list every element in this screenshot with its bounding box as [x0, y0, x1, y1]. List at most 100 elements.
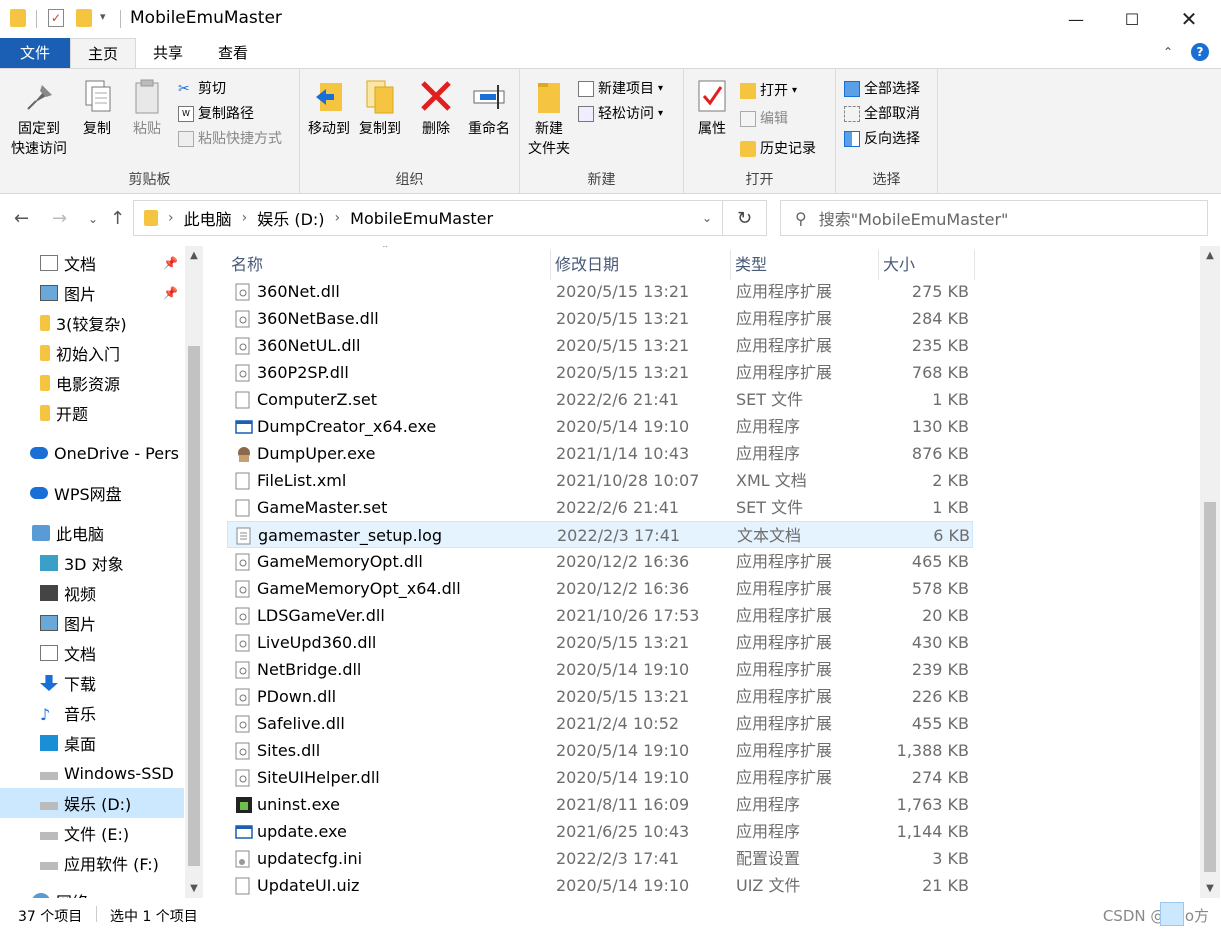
close-button[interactable]: ✕ [1160, 0, 1218, 38]
file-row[interactable]: 360NetUL.dll 2020/5/15 13:21 应用程序扩展 235 KB [227, 332, 973, 359]
file-row[interactable]: uninst.exe 2021/8/11 16:09 应用程序 1,763 KB [227, 791, 973, 818]
column-header-modified[interactable]: 修改日期 [551, 250, 731, 280]
edit-button[interactable]: 编辑 [740, 107, 788, 131]
column-header-name[interactable]: 名称 [227, 250, 551, 280]
nav-item[interactable]: 3(较复杂) [0, 308, 184, 338]
nav-item[interactable]: Windows-SSD [0, 758, 184, 788]
new-folder-quick-icon[interactable] [76, 9, 92, 27]
back-arrow-icon[interactable]: ← [14, 208, 29, 229]
rename-button[interactable]: 重命名 [462, 77, 516, 139]
breadcrumb-separator-icon[interactable]: › [242, 210, 248, 226]
nav-item[interactable]: 电影资源 [0, 368, 184, 398]
file-row[interactable]: LiveUpd360.dll 2020/5/15 13:21 应用程序扩展 430 K… [227, 629, 973, 656]
file-row[interactable]: UpdateUI.uiz 2020/5/14 19:10 UIZ 文件 21 KB [227, 872, 973, 898]
nav-scrollbar[interactable]: ▲ ▼ [185, 246, 203, 898]
nav-item[interactable]: 桌面 [0, 728, 184, 758]
nav-item[interactable]: 初始入门 [0, 338, 184, 368]
help-icon[interactable]: ? [1191, 43, 1209, 61]
nav-item[interactable]: 视频 [0, 578, 184, 608]
file-list-scrollbar[interactable]: ▲ ▼ [1200, 246, 1220, 898]
breadcrumb-separator-icon[interactable]: › [168, 210, 174, 226]
minimize-button[interactable]: — [1047, 0, 1105, 38]
file-row[interactable]: update.exe 2021/6/25 10:43 应用程序 1,144 KB [227, 818, 973, 845]
copy-path-button[interactable]: W 复制路径 [178, 102, 254, 126]
search-input[interactable]: ⚲ 搜索"MobileEmuMaster" [780, 200, 1208, 236]
column-header-size[interactable]: 大小 [879, 250, 975, 280]
address-bar[interactable]: › 此电脑 › 娱乐 (D:) › MobileEmuMaster ⌄ [133, 200, 723, 236]
nav-item[interactable]: 娱乐 (D:) [0, 788, 184, 818]
scroll-up-icon[interactable]: ▲ [185, 250, 203, 261]
nav-item[interactable]: 网络 [0, 886, 184, 898]
new-folder-button[interactable]: 新建 文件夹 [524, 77, 574, 159]
file-row[interactable]: PDown.dll 2020/5/15 13:21 应用程序扩展 226 KB [227, 683, 973, 710]
file-row[interactable]: GameMemoryOpt.dll 2020/12/2 16:36 应用程序扩展 46… [227, 548, 973, 575]
nav-item[interactable]: ♪ 音乐 [0, 698, 184, 728]
file-row[interactable]: Safelive.dll 2021/2/4 10:52 应用程序扩展 455 KB [227, 710, 973, 737]
tab-share[interactable]: 共享 [138, 38, 198, 68]
nav-item[interactable]: WPS网盘 [0, 478, 184, 508]
file-row[interactable]: LDSGameVer.dll 2021/10/26 17:53 应用程序扩展 20 K… [227, 602, 973, 629]
file-row[interactable]: SiteUIHelper.dll 2020/5/14 19:10 应用程序扩展 274… [227, 764, 973, 791]
ribbon-collapse-icon[interactable]: ⌃ [1163, 45, 1173, 59]
file-row[interactable]: GameMaster.set 2022/2/6 21:41 SET 文件 1 KB [227, 494, 973, 521]
forward-arrow-icon[interactable]: → [52, 208, 67, 229]
nav-item[interactable]: 文件 (E:) [0, 818, 184, 848]
pin-quick-access-button[interactable]: 固定到 快速访问 [6, 77, 72, 159]
maximize-button[interactable]: ☐ [1103, 0, 1161, 38]
tab-file[interactable]: 文件 [0, 38, 70, 68]
copy-to-button[interactable]: 复制到 [354, 77, 406, 139]
quick-access-dropdown-icon[interactable]: ▾ [100, 10, 106, 23]
select-all-button[interactable]: 全部选择 [844, 77, 920, 101]
move-to-button[interactable]: 移动到 [304, 77, 354, 139]
scroll-up-icon[interactable]: ▲ [1200, 250, 1220, 261]
scroll-down-icon[interactable]: ▼ [185, 883, 203, 894]
nav-scrollbar-thumb[interactable] [188, 346, 200, 866]
file-row[interactable]: 360P2SP.dll 2020/5/15 13:21 应用程序扩展 768 KB [227, 359, 973, 386]
breadcrumb-separator-icon[interactable]: › [335, 210, 341, 226]
nav-item[interactable]: 应用软件 (F:) [0, 848, 184, 878]
nav-item[interactable]: 3D 对象 [0, 548, 184, 578]
scroll-down-icon[interactable]: ▼ [1200, 883, 1220, 894]
nav-item[interactable]: 下载 [0, 668, 184, 698]
nav-item[interactable]: 此电脑 [0, 518, 184, 548]
file-list-scrollbar-thumb[interactable] [1204, 502, 1216, 872]
invert-selection-button[interactable]: 反向选择 [844, 127, 920, 151]
up-arrow-icon[interactable]: ↑ [110, 208, 125, 229]
file-row[interactable]: DumpCreator_x64.exe 2020/5/14 19:10 应用程序 13… [227, 413, 973, 440]
paste-button[interactable]: 粘贴 [124, 77, 170, 139]
new-item-button[interactable]: 新建项目 ▾ [578, 77, 663, 101]
cut-button[interactable]: ✂ 剪切 [178, 77, 226, 101]
column-header-type[interactable]: 类型 [731, 250, 879, 280]
file-row[interactable]: 360Net.dll 2020/5/15 13:21 应用程序扩展 275 KB [227, 278, 973, 305]
breadcrumb-drive[interactable]: 娱乐 (D:) [257, 206, 324, 230]
nav-item[interactable]: 开题 [0, 398, 184, 428]
paste-shortcut-button[interactable]: 粘贴快捷方式 [178, 127, 282, 151]
file-row[interactable]: DumpUper.exe 2021/1/14 10:43 应用程序 876 KB [227, 440, 973, 467]
easy-access-button[interactable]: 轻松访问 ▾ [578, 102, 663, 126]
tab-view[interactable]: 查看 [202, 38, 264, 68]
file-row[interactable]: updatecfg.ini 2022/2/3 17:41 配置设置 3 KB [227, 845, 973, 872]
nav-item[interactable]: 文档 📌 [0, 248, 184, 278]
select-none-button[interactable]: 全部取消 [844, 102, 920, 126]
file-row[interactable]: gamemaster_setup.log 2022/2/3 17:41 文本文档 6 … [227, 521, 973, 548]
file-row[interactable]: FileList.xml 2021/10/28 10:07 XML 文档 2 KB [227, 467, 973, 494]
nav-item[interactable]: OneDrive - Pers [0, 438, 184, 468]
properties-button[interactable]: 属性 [690, 77, 734, 139]
copy-button[interactable]: 复制 [74, 77, 120, 139]
history-button[interactable]: 历史记录 [740, 137, 816, 161]
nav-item[interactable]: 文档 [0, 638, 184, 668]
properties-quick-icon[interactable]: ✓ [48, 9, 64, 27]
file-row[interactable]: 360NetBase.dll 2020/5/15 13:21 应用程序扩展 284 K… [227, 305, 973, 332]
tab-home[interactable]: 主页 [70, 38, 136, 68]
open-button[interactable]: 打开 ▾ [740, 79, 797, 103]
breadcrumb-current-folder[interactable]: MobileEmuMaster [350, 209, 493, 228]
address-dropdown-icon[interactable]: ⌄ [702, 211, 712, 225]
breadcrumb-this-pc[interactable]: 此电脑 [184, 206, 232, 230]
file-row[interactable]: NetBridge.dll 2020/5/14 19:10 应用程序扩展 239 KB [227, 656, 973, 683]
file-row[interactable]: GameMemoryOpt_x64.dll 2020/12/2 16:36 应用程序… [227, 575, 973, 602]
details-view-button[interactable] [1160, 902, 1184, 926]
nav-item[interactable]: 图片 [0, 608, 184, 638]
recent-locations-chevron-icon[interactable]: ⌄ [88, 212, 98, 226]
delete-button[interactable]: 删除 [414, 77, 458, 139]
refresh-button[interactable]: ↻ [723, 200, 767, 236]
